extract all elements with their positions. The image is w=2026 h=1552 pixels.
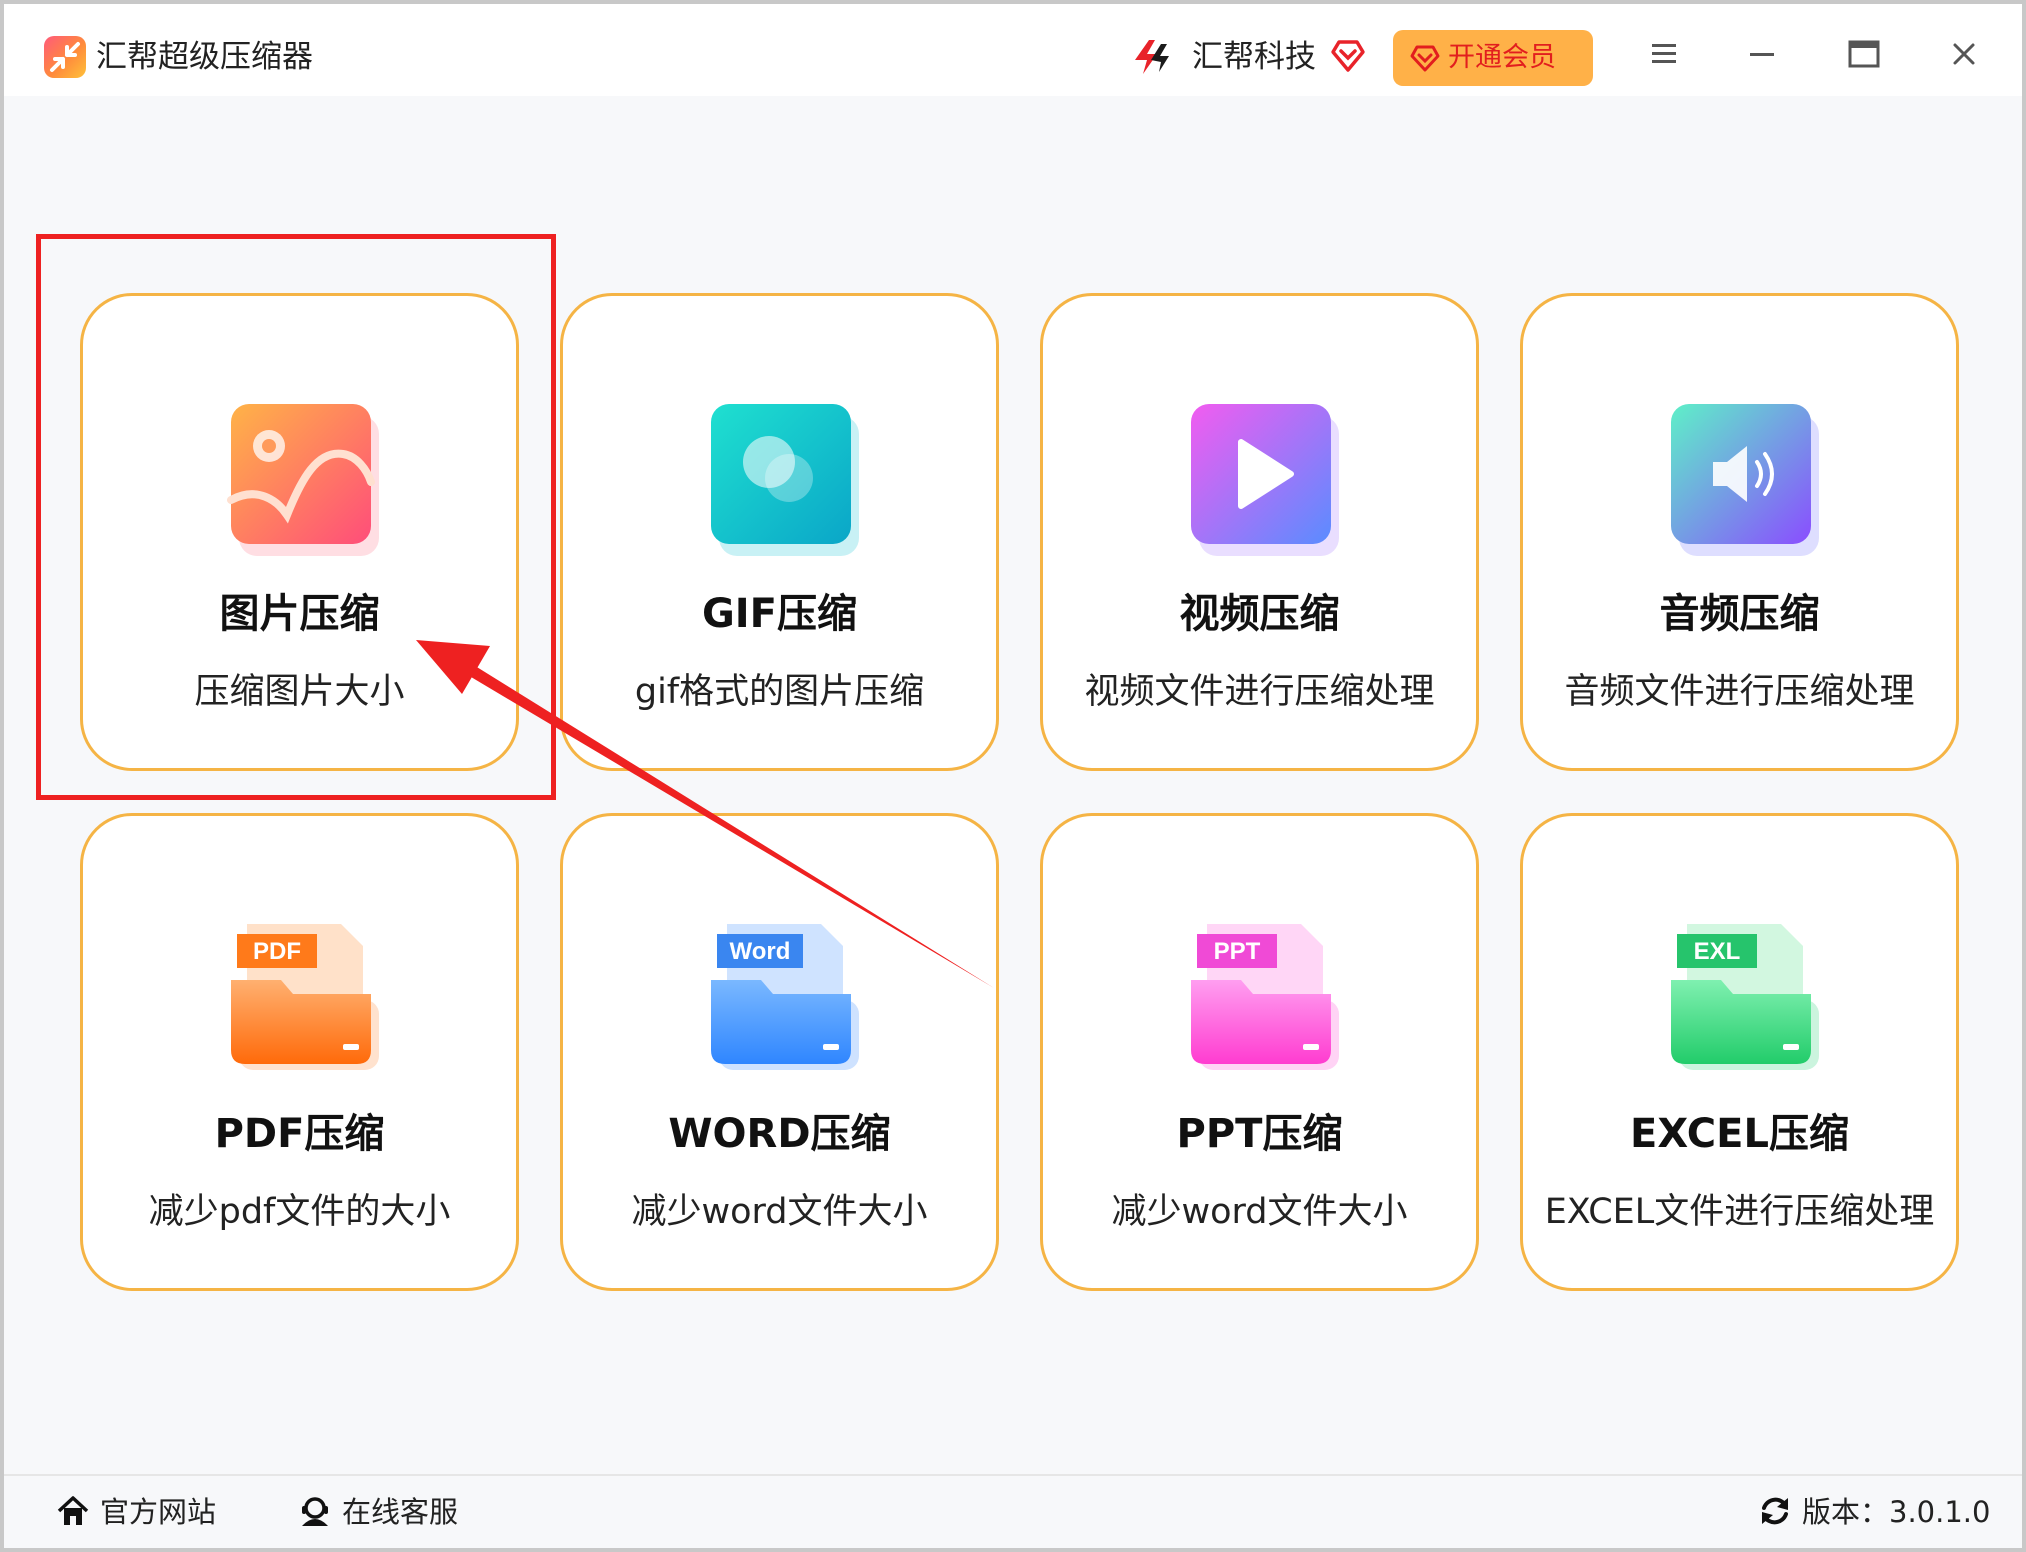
gif-icon [711, 404, 859, 556]
card-desc: 音频文件进行压缩处理 [1564, 672, 1915, 712]
title-bar: 汇帮超级压缩器 汇帮科技 开通会员 [4, 4, 2022, 96]
annotation-arrow [416, 640, 994, 988]
close-icon[interactable] [1944, 34, 1984, 74]
card-gif-compress[interactable]: GIF压缩 gif格式的图片压缩 [560, 293, 999, 771]
card-video-compress[interactable]: 视频压缩 视频文件进行压缩处理 [1040, 293, 1479, 771]
excel-badge: EXL [1694, 938, 1741, 965]
card-desc: 视频文件进行压缩处理 [1084, 672, 1435, 712]
card-desc: 减少word文件大小 [1111, 1192, 1408, 1232]
audio-icon [1671, 404, 1819, 556]
pdf-badge: PDF [253, 938, 301, 965]
app-title: 汇帮超级压缩器 [96, 39, 313, 75]
card-title: WORD压缩 [668, 1111, 891, 1157]
card-excel-compress[interactable]: EXL EXCEL压缩 EXCEL文件进行压缩处理 [1520, 813, 1959, 1291]
status-bar: 官方网站 在线客服 版本：3.0.1.0 [4, 1474, 2022, 1548]
card-title: 图片压缩 [219, 591, 380, 637]
online-service-link[interactable]: 在线客服 [298, 1486, 498, 1536]
card-title: PDF压缩 [214, 1111, 385, 1157]
vip-label: 开通会员 [1448, 42, 1556, 73]
diamond-heart-icon [1331, 40, 1365, 72]
app-window: 汇帮超级压缩器 汇帮科技 开通会员 图片压缩 压缩图片大小 GIF压缩 gif格… [0, 0, 2026, 1552]
card-desc: 减少pdf文件的大小 [148, 1192, 451, 1232]
card-desc: EXCEL文件进行压缩处理 [1544, 1192, 1935, 1232]
brand-name: 汇帮科技 [1192, 39, 1316, 75]
card-ppt-compress[interactable]: PPT PPT压缩 减少word文件大小 [1040, 813, 1479, 1291]
card-title: 音频压缩 [1659, 591, 1820, 637]
card-title: EXCEL压缩 [1630, 1111, 1849, 1157]
video-icon [1191, 404, 1339, 556]
image-icon [227, 404, 379, 556]
customer-service-icon [302, 1497, 328, 1526]
excel-icon: EXL [1671, 924, 1819, 1070]
card-pdf-compress[interactable]: PDF PDF压缩 减少pdf文件的大小 [80, 813, 519, 1291]
maximize-icon[interactable] [1844, 34, 1884, 74]
vip-button[interactable]: 开通会员 [1393, 30, 1593, 86]
home-icon [57, 1496, 89, 1525]
version-label: 版本：3.0.1.0 [1802, 1495, 1991, 1529]
ppt-badge: PPT [1214, 938, 1261, 965]
card-word-compress[interactable]: Word WORD压缩 减少word文件大小 [560, 813, 999, 1291]
card-audio-compress[interactable]: 音频压缩 音频文件进行压缩处理 [1520, 293, 1959, 771]
card-desc: 压缩图片大小 [194, 672, 405, 712]
minimize-icon[interactable] [1742, 34, 1782, 74]
online-service-label: 在线客服 [342, 1495, 459, 1529]
version-info[interactable]: 版本：3.0.1.0 [1758, 1486, 1998, 1536]
card-title: GIF压缩 [701, 591, 858, 637]
pdf-icon: PDF [231, 924, 379, 1070]
official-website-label: 官方网站 [100, 1495, 217, 1529]
official-website-link[interactable]: 官方网站 [56, 1486, 256, 1536]
card-title: 视频压缩 [1179, 591, 1340, 637]
ppt-icon: PPT [1191, 924, 1339, 1070]
app-logo-icon [44, 36, 86, 78]
card-desc: 减少word文件大小 [631, 1192, 928, 1232]
card-desc: gif格式的图片压缩 [634, 672, 925, 712]
refresh-icon [1762, 1497, 1788, 1525]
diamond-heart-icon [1410, 45, 1440, 72]
card-title: PPT压缩 [1176, 1111, 1343, 1157]
card-image-compress[interactable]: 图片压缩 压缩图片大小 [80, 293, 519, 771]
menu-icon[interactable] [1644, 34, 1684, 74]
brand-logo-icon [1135, 40, 1169, 74]
word-icon: Word [711, 924, 859, 1070]
word-badge: Word [730, 938, 791, 965]
